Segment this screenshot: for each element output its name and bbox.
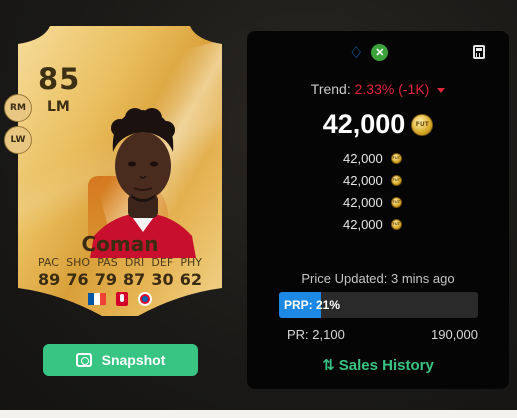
stat-value-def: 30 [151, 270, 174, 289]
price-updated-text: Price Updated: 3 mins ago [301, 271, 455, 286]
calculator-icon[interactable] [473, 45, 485, 59]
stat-value-pas: 79 [94, 270, 117, 289]
recent-price-value: 42,000 [343, 194, 383, 210]
snapshot-button[interactable]: Snapshot [43, 344, 198, 376]
sort-arrows-icon: ⇅ [322, 356, 335, 374]
stat-value-phy: 62 [179, 270, 202, 289]
price-trend: Trend: 2.33% (-1K) [247, 81, 509, 97]
card-badges [18, 292, 222, 306]
player-card[interactable]: 85 LM Coman PAC SHO PAS DRI DEF PHY 89 7… [18, 26, 222, 316]
stat-label-pas: PAS [97, 256, 118, 269]
recent-prices: 42,000 FUT 42,000 FUT 42,000 FUT 42,000 … [343, 147, 433, 235]
coin-icon: FUT [390, 218, 402, 230]
camera-scan-icon [75, 353, 92, 367]
list-item: 42,000 FUT [343, 213, 433, 235]
stat-label-sho: SHO [66, 256, 91, 269]
price-range-max: 190,000 [431, 327, 478, 342]
trend-label: Trend: [310, 81, 351, 97]
coin-icon: FUT [390, 152, 402, 164]
stat-value-pac: 89 [38, 270, 61, 289]
alt-position-rm[interactable]: RM [4, 94, 32, 122]
stat-value-sho: 76 [66, 270, 89, 289]
playstation-icon[interactable]: ♢ [349, 43, 363, 62]
trend-down-arrow-icon [437, 87, 446, 93]
xbox-icon[interactable]: ✕ [371, 44, 389, 61]
player-name: Coman [81, 232, 159, 256]
price-panel: ♢ ✕ Trend: 2.33% (-1K) 42,000 FUT 42,000… [247, 31, 509, 389]
stat-value-dri: 87 [123, 270, 146, 289]
bayern-crest-icon [138, 292, 152, 306]
prp-label: PRP: 21% [284, 298, 341, 312]
price-range-min: PR: 2,100 [287, 327, 345, 342]
recent-price-value: 42,000 [343, 150, 383, 166]
recent-price-value: 42,000 [343, 216, 383, 232]
stat-labels: PAC SHO PAS DRI DEF PHY [38, 256, 202, 269]
stat-label-def: DEF [151, 256, 174, 269]
current-price-value: 42,000 [322, 109, 406, 139]
stat-values: 89 76 79 87 30 62 [38, 270, 202, 289]
coin-icon: FUT [390, 174, 402, 186]
bottom-strip [0, 410, 517, 418]
stat-label-dri: DRI [124, 256, 145, 269]
player-rating: 85 [38, 62, 81, 96]
stat-label-phy: PHY [180, 256, 202, 269]
sales-history-label: Sales History [338, 357, 434, 374]
price-range: PR: 2,100 190,000 [287, 327, 478, 342]
player-position: LM [47, 99, 70, 115]
recent-price-value: 42,000 [343, 172, 383, 188]
snapshot-label: Snapshot [101, 352, 166, 368]
stat-label-pac: PAC [38, 256, 59, 269]
alt-position-lw[interactable]: LW [4, 126, 32, 154]
coin-icon: FUT [411, 113, 434, 136]
sales-history-link[interactable]: ⇅ Sales History [247, 356, 509, 374]
france-flag-icon [88, 293, 106, 305]
prp-progress-bar: PRP: 21% [279, 292, 478, 318]
list-item: 42,000 FUT [343, 147, 433, 169]
list-item: 42,000 FUT [343, 191, 433, 213]
bundesliga-icon [116, 292, 128, 306]
trend-value: 2.33% (-1K) [354, 81, 430, 97]
current-price: 42,000 FUT [247, 109, 509, 140]
list-item: 42,000 FUT [343, 169, 433, 191]
coin-icon: FUT [390, 196, 402, 208]
platform-icons: ♢ ✕ [349, 43, 389, 62]
